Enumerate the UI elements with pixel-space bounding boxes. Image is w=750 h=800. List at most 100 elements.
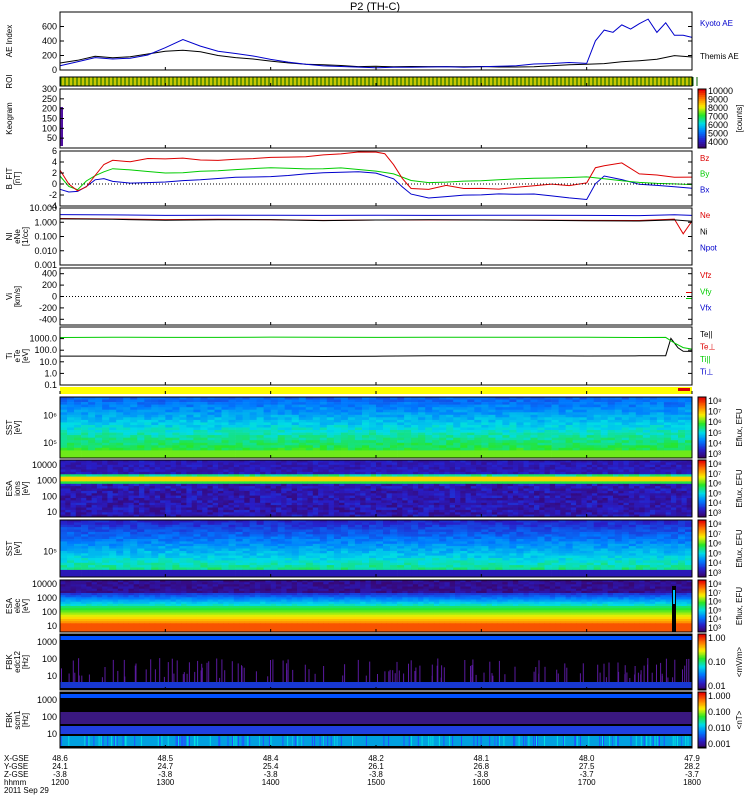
spectrogram-cell-esa_i [412,488,419,492]
spectrogram-cell-esa_i [328,505,335,508]
spectrogram-cell-esa_i [560,495,566,499]
spectrogram-cell-sst_i [249,422,257,426]
spectrogram-cell-esa_i [634,469,640,473]
spectrogram-cell-sst_i [425,450,433,454]
spectrogram-cell-esa_i [507,505,514,508]
spectrogram-cell-esa_i [154,467,161,470]
spectrogram-cell-sst_i [172,442,180,446]
spectrogram-cell-esa_i [365,505,372,508]
spectrogram-cell-sst_i [537,430,545,433]
spectrogram-cell-esa_i [386,486,393,489]
spectrogram-cell-sst_i [397,437,405,441]
spectrogram-cell-esa_i [613,462,619,466]
spectrogram-cell-sst_i [600,442,609,446]
spectrogram-cell-sst_i [298,430,307,433]
spectrogram-cell-esa_i [123,462,129,466]
spectrogram-cell-esa_i [265,476,272,480]
spectrogram-cell-esa_i [660,481,667,485]
spectrogram-cell-esa_i [212,462,219,466]
spectrogram-cell-sst_i [130,447,138,451]
spectrogram-cell-esa_i [333,495,340,499]
spectrogram-cell-esa_i [233,507,240,511]
keogram-bg [60,89,692,148]
spectrogram-cell-esa_i [107,498,114,501]
spectrogram-cell-sst_i [319,422,328,426]
spectrogram-cell-sst_i [340,435,349,438]
spectrogram-cell-esa_i [534,467,540,470]
spectrogram-cell-esa_i [407,505,414,508]
spectrogram-cell-sst_i [319,417,328,421]
spectrogram-cell-esa_i [591,486,598,489]
spectrogram-cell-sst_i [516,435,524,438]
spectrogram-cell-esa_i [634,498,640,501]
spectrogram-cell-esa_i [175,500,182,504]
spectrogram-cell-sst_i [481,427,489,431]
spectrogram-cell-sst_i [326,442,335,446]
spectrogram-cell-esa_i [107,467,114,470]
spectrogram-cell-sst_i [586,435,595,438]
spectrogram-cell-sst_i [509,427,517,431]
legend-v-2: Vfx [700,304,712,313]
spectrogram-cell-sst_i [172,404,180,408]
spectrogram-cell-esa_i [491,479,498,482]
spectrogram-cell-esa_i [397,479,403,482]
spectrogram-cell-sst_i [432,437,440,441]
spectrogram-cell-sst_i [95,435,103,438]
spectrogram-cell-sst_i [390,427,398,431]
spectrogram-cell-sst_i [579,412,587,416]
spectrogram-cell-esa_i [507,462,514,466]
spectrogram-cell-sst_i [319,432,328,436]
spectrogram-cell-sst_i [123,399,131,403]
spectrogram-cell-sst_i [418,430,426,433]
spectrogram-cell-sst_i [685,409,693,413]
spectrogram-cell-sst_i [523,445,531,449]
spectrogram-cell-esa_i [507,467,514,470]
spectrogram-cell-esa_i [107,469,114,473]
spectrogram-cell-esa_i [386,488,393,492]
spectrogram-cell-esa_i [555,469,561,473]
spectrogram-cell-esa_i [381,476,387,480]
spectrogram-cell-esa_i [507,490,514,494]
spectrogram-cell-sst_i [474,440,482,444]
spectrogram-cell-esa_i [370,500,377,504]
spectrogram-cell-sst_i [235,435,243,438]
spectrogram-cell-esa_i [607,486,614,489]
spectrogram-cell-esa_i [102,471,108,475]
spectrogram-cell-esa_i [349,498,356,501]
spectrogram-cell-esa_i [507,500,514,504]
spectrogram-cell-sst_i [200,437,208,441]
spectrogram-cell-sst_i [453,414,461,418]
spectrogram-cell-esa_i [228,498,235,501]
spectrogram-cell-esa_i [218,488,224,492]
spectrogram-cell-sst_i [404,409,412,413]
spectrogram-cell-sst_i [221,432,229,436]
spectrogram-cell-sst_i [685,442,693,446]
spectrogram-cell-sst_i [158,414,166,418]
spectrogram-cell-sst_i [186,452,194,456]
spectrogram-cell-esa_i [344,481,351,485]
spectrogram-cell-esa_i [318,500,324,504]
spectrogram-cell-esa_i [618,486,624,489]
spectrogram-cell-esa_i [391,498,398,501]
spectrogram-cell-sst_i [621,402,630,405]
spectrogram-cell-esa_i [423,505,430,508]
spectrogram-cell-esa_i [518,488,524,492]
spectrogram-cell-sst_i [390,450,398,454]
spectrogram-cell-sst_i [340,450,349,454]
spectrogram-cell-esa_i [139,462,145,466]
legend-bfit-2: Bx [700,185,709,194]
cbar-label-kgram: [counts] [735,104,744,132]
spectrogram-cell-esa_i [107,500,114,504]
legend-t-3: Ti⊥ [700,368,713,377]
spectrogram-cell-esa_i [613,471,619,475]
spectrogram-cell-sst_i [284,450,293,454]
spectrogram-cell-sst_i [207,409,215,413]
spectrogram-cell-sst_i [509,437,517,441]
spectrogram-cell-esa_i [386,495,393,499]
spectrogram-cell-sst_i [123,427,131,431]
spectrogram-cell-esa_i [428,498,435,501]
spectrogram-cell-sst_i [130,452,138,456]
spectrogram-cell-sst_i [221,437,229,441]
spectrogram-cell-sst_i [516,419,524,423]
spectrogram-cell-sst_i [460,447,468,451]
